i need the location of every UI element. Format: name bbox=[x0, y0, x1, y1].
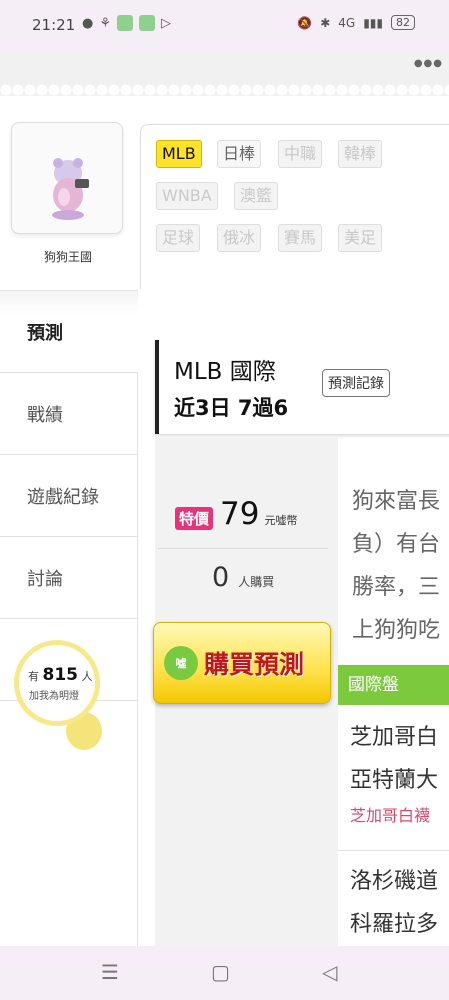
away-team: 芝加哥白 bbox=[350, 725, 439, 750]
system-icons: 🔕 ✱ 4G ▮▮▮ 82 bbox=[297, 15, 415, 30]
menu-item-discussion[interactable]: 討論 bbox=[0, 536, 138, 618]
home-icon[interactable]: ▢ bbox=[211, 960, 230, 984]
tag-soccer[interactable]: 足球 bbox=[156, 224, 201, 252]
app-icon bbox=[139, 15, 155, 31]
coin-icon: 噓 bbox=[164, 646, 198, 680]
mute-icon: 🔕 bbox=[297, 15, 313, 30]
league-header: MLB 國際 近3日 7過6 預測記錄 bbox=[155, 340, 449, 434]
divider bbox=[158, 548, 328, 549]
buyer-count-label: 人購買 bbox=[238, 575, 275, 589]
signal-icon: ▮▮▮ bbox=[363, 15, 383, 30]
description-line: 狗來富長 bbox=[352, 489, 441, 514]
follow-light-button[interactable]: 有 815 人 加我為明燈 bbox=[14, 640, 104, 760]
profile-name: 狗狗王國 bbox=[43, 250, 92, 264]
dog-figure-icon bbox=[52, 158, 89, 220]
description-line: 上狗狗吃 bbox=[352, 618, 441, 643]
tag-wnba[interactable]: WNBA bbox=[156, 182, 218, 210]
price-value: 79 bbox=[220, 496, 260, 532]
prediction-history-button[interactable]: 預測記錄 bbox=[322, 369, 390, 397]
description-line: 負）有台 bbox=[352, 532, 441, 557]
buyer-count: 0 bbox=[212, 562, 230, 593]
game-row[interactable]: 洛杉磯道 科羅拉多 bbox=[338, 860, 449, 946]
system-nav-bar: ☰ ▢ ◁ bbox=[0, 946, 449, 1000]
fan-count-suffix: 人 bbox=[81, 670, 93, 683]
status-bar: 21:21 ● ⚘ ▷ 🔕 ✱ 4G ▮▮▮ 82 bbox=[0, 0, 449, 52]
buyer-count-row: 0 人購買 bbox=[212, 562, 274, 593]
tag-cpbl[interactable]: 中職 bbox=[278, 140, 323, 168]
buy-prediction-label: 購買預測 bbox=[204, 650, 305, 679]
menu-item-record[interactable]: 戰績 bbox=[0, 372, 138, 454]
notification-icons: ● ⚘ ▷ bbox=[82, 15, 171, 31]
tag-kbo[interactable]: 韓棒 bbox=[338, 140, 383, 168]
menu-item-predict[interactable]: 預測 bbox=[0, 290, 138, 372]
page-dots-icon: ●●● bbox=[413, 58, 443, 69]
game-pick: 芝加哥白襪 bbox=[350, 806, 431, 825]
price-unit: 元噓幣 bbox=[264, 514, 298, 527]
tag-khl[interactable]: 俄冰 bbox=[217, 224, 262, 252]
profile-sidebar: 狗狗王國 預測 戰績 遊戲紀錄 討論 榮譽 bbox=[0, 96, 140, 946]
light-bulb-circle: 有 815 人 加我為明燈 bbox=[14, 640, 100, 726]
prediction-description: 狗來富長 負）有台 勝率，三 上狗狗吃 bbox=[352, 480, 449, 652]
bluetooth-icon: ✱ bbox=[320, 15, 331, 30]
league-tag-panel: MLB 日棒 中職 韓棒 WNBA 澳籃 足球 俄冰 賽馬 美足 bbox=[140, 124, 449, 289]
app-icon bbox=[117, 15, 133, 31]
battery-icon: 82 bbox=[391, 15, 415, 30]
tag-nfl[interactable]: 美足 bbox=[338, 224, 383, 252]
chat-icon: ● bbox=[82, 15, 94, 31]
top-banner bbox=[0, 52, 449, 96]
game-row[interactable]: 芝加哥白 亞特蘭大 芝加哥白襪 bbox=[338, 716, 449, 851]
home-team: 亞特蘭大 bbox=[350, 768, 439, 793]
description-line: 勝率，三 bbox=[352, 575, 441, 600]
fan-count-text: 有 815 人 bbox=[28, 665, 93, 685]
avatar[interactable] bbox=[11, 122, 123, 234]
section-title-international: 國際盤 bbox=[338, 665, 449, 705]
follow-caption: 加我為明燈 bbox=[29, 691, 79, 702]
back-icon[interactable]: ◁ bbox=[322, 960, 337, 984]
tree-icon: ⚘ bbox=[99, 15, 111, 31]
tag-nbl[interactable]: 澳籃 bbox=[234, 182, 279, 210]
menu-icon[interactable]: ☰ bbox=[101, 960, 119, 984]
home-team: 科羅拉多 bbox=[350, 912, 439, 937]
tag-mlb[interactable]: MLB bbox=[156, 140, 202, 168]
buy-prediction-button[interactable]: 噓 購買預測 bbox=[153, 622, 331, 704]
tag-npb[interactable]: 日棒 bbox=[217, 140, 262, 168]
status-time: 21:21 bbox=[32, 16, 76, 34]
fan-count-prefix: 有 bbox=[28, 670, 39, 683]
price-row: 特價 79 元噓幣 bbox=[175, 496, 297, 532]
recent-record: 近3日 7過6 bbox=[174, 396, 289, 420]
wifi-icon: 4G bbox=[338, 15, 356, 30]
play-icon: ▷ bbox=[161, 15, 171, 31]
menu-item-game-history[interactable]: 遊戲紀錄 bbox=[0, 454, 138, 536]
league-title: MLB 國際 bbox=[174, 359, 276, 385]
tag-horse-racing[interactable]: 賽馬 bbox=[278, 224, 323, 252]
away-team: 洛杉磯道 bbox=[350, 869, 439, 894]
special-badge: 特價 bbox=[175, 507, 214, 530]
fan-count: 815 bbox=[42, 665, 79, 685]
